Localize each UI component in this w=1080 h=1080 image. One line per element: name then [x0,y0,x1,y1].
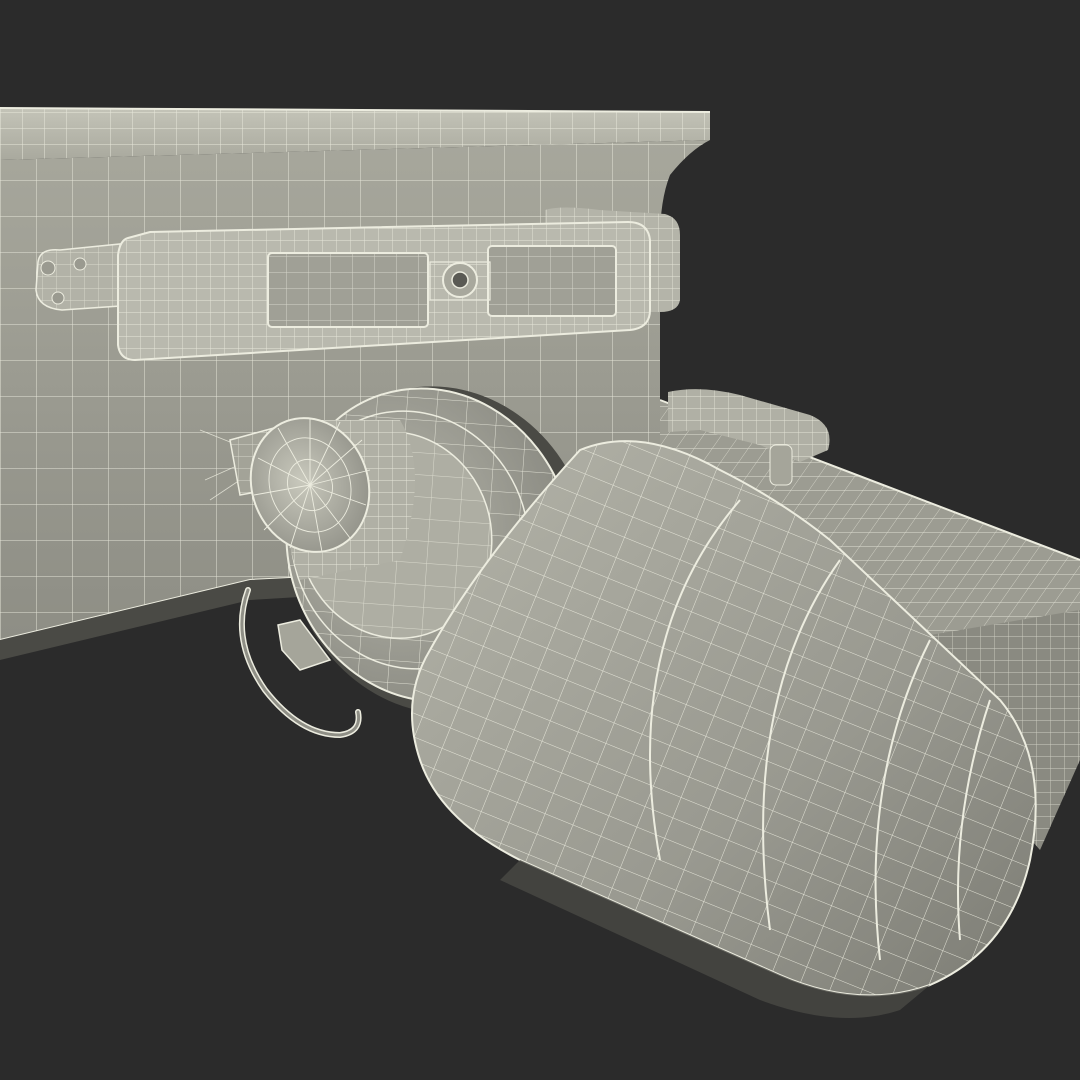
pivot-bolt-icon [51,291,65,305]
pivot-bolt-icon [40,260,56,276]
pivot-bolt-icon [73,257,87,271]
wireframe-render-viewport [0,0,1080,1080]
wireframe-render [0,107,1080,1018]
pivot-bracket [35,243,121,311]
